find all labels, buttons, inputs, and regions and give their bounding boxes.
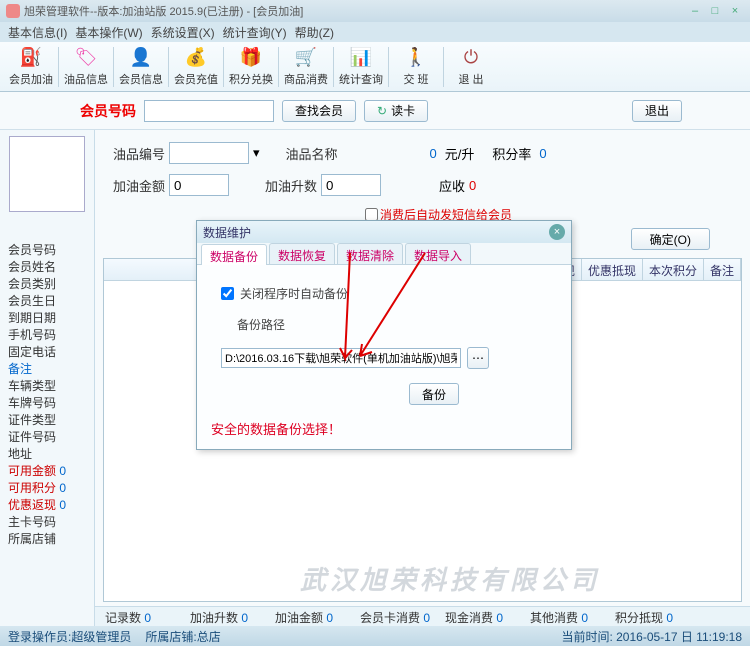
statusbar: 登录操作员:超级管理员 所属店铺:总店 当前时间: 2016-05-17 日 1…	[0, 626, 750, 646]
auto-backup-label: 关闭程序时自动备份	[240, 285, 348, 302]
tag-icon: 🏷	[75, 47, 97, 69]
due-label: 应收	[439, 176, 465, 195]
member-field: 会员类别	[8, 276, 90, 293]
tb-exit[interactable]: ⏻退 出	[446, 44, 496, 90]
member-field: 手机号码	[8, 327, 90, 344]
chart-icon: 📊	[350, 47, 372, 69]
tb-goods[interactable]: 🛒商品消费	[281, 44, 331, 90]
menu-settings[interactable]: 系统设置(X)	[149, 24, 217, 41]
member-field: 可用金额 0	[8, 463, 90, 480]
dialog-annotation: 安全的数据备份选择！	[211, 419, 547, 438]
dialog-tabs: 数据备份 数据恢复 数据清除 数据导入	[197, 243, 571, 265]
refresh-icon: ↻	[377, 104, 387, 118]
col-remark: 备注	[704, 259, 741, 280]
toolbar: ⛽会员加油 🏷油品信息 👤会员信息 💰会员充值 🎁积分兑换 🛒商品消费 📊统计查…	[0, 42, 750, 92]
unit-price-value: 0	[430, 146, 437, 161]
titlebar: 旭荣管理软件--版本:加油站版 2015.9(已注册) - [会员加油] – □…	[0, 0, 750, 22]
tab-restore[interactable]: 数据恢复	[269, 243, 335, 264]
totals-row: 记录数 0 加油升数 0 加油金额 0 会员卡消费 0 现金消费 0 其他消费 …	[95, 606, 750, 626]
tb-oilinfo[interactable]: 🏷油品信息	[61, 44, 111, 90]
member-field: 会员号码	[8, 242, 90, 259]
liters-input[interactable]	[321, 174, 381, 196]
gift-icon: 🎁	[240, 47, 262, 69]
tb-exchange[interactable]: 🎁积分兑换	[226, 44, 276, 90]
member-field: 主卡号码	[8, 514, 90, 531]
col-thispoints: 本次积分	[643, 259, 704, 280]
cart-icon: 🛒	[295, 47, 317, 69]
backup-path-input[interactable]	[221, 348, 461, 368]
exit-button[interactable]: 退出	[632, 100, 682, 122]
member-field: 会员姓名	[8, 259, 90, 276]
person-icon: 🚶	[405, 47, 427, 69]
tb-stats[interactable]: 📊统计查询	[336, 44, 386, 90]
readcard-button[interactable]: ↻读卡	[364, 100, 428, 122]
member-field: 证件类型	[8, 412, 90, 429]
member-field: 会员生日	[8, 293, 90, 310]
user-icon: 👤	[130, 47, 152, 69]
member-field: 所属店铺	[8, 531, 90, 548]
auto-backup-checkbox[interactable]	[221, 287, 234, 300]
tb-fuel[interactable]: ⛽会员加油	[6, 44, 56, 90]
pointrate-value: 0	[539, 146, 546, 161]
member-no-input[interactable]	[144, 100, 274, 122]
tb-shift[interactable]: 🚶交 班	[391, 44, 441, 90]
data-maintenance-dialog: 数据维护 × 数据备份 数据恢复 数据清除 数据导入 关闭程序时自动备份 备份路…	[196, 220, 572, 450]
coin-icon: 💰	[185, 47, 207, 69]
tb-member[interactable]: 👤会员信息	[116, 44, 166, 90]
maximize-icon[interactable]: □	[706, 4, 724, 18]
backup-button[interactable]: 备份	[409, 383, 459, 405]
dialog-titlebar[interactable]: 数据维护 ×	[197, 221, 571, 243]
oil-name-label: 油品名称	[278, 144, 338, 163]
oil-code-label: 油品编号	[105, 144, 165, 163]
col-discount: 优惠抵现	[582, 259, 643, 280]
menu-help[interactable]: 帮助(Z)	[293, 24, 336, 41]
pump-icon: ⛽	[20, 47, 42, 69]
backup-path-label: 备份路径	[237, 316, 285, 333]
menu-basic-ops[interactable]: 基本操作(W)	[73, 24, 144, 41]
member-field: 可用积分 0	[8, 480, 90, 497]
member-field: 地址	[8, 446, 90, 463]
left-panel: 会员号码会员姓名会员类别会员生日到期日期手机号码固定电话备注车辆类型车牌号码证件…	[0, 130, 95, 626]
exit-icon: ⏻	[460, 47, 482, 69]
liters-label: 加油升数	[257, 176, 317, 195]
menu-basic-info[interactable]: 基本信息(I)	[6, 24, 69, 41]
amount-input[interactable]	[169, 174, 229, 196]
dialog-title: 数据维护	[203, 224, 251, 241]
confirm-button[interactable]: 确定(O)	[631, 228, 710, 250]
member-field: 固定电话	[8, 344, 90, 361]
member-no-label: 会员号码	[80, 101, 136, 121]
member-field: 到期日期	[8, 310, 90, 327]
menubar: 基本信息(I) 基本操作(W) 系统设置(X) 统计查询(Y) 帮助(Z)	[0, 22, 750, 42]
window-title: 旭荣管理软件--版本:加油站版 2015.9(已注册) - [会员加油]	[24, 3, 303, 19]
tb-recharge[interactable]: 💰会员充值	[171, 44, 221, 90]
member-photo	[9, 136, 85, 212]
member-field: 车牌号码	[8, 395, 90, 412]
oil-code-input[interactable]	[169, 142, 249, 164]
dropdown-icon[interactable]: ▾	[253, 145, 260, 161]
browse-button[interactable]: ⋯	[467, 347, 489, 369]
search-row: 会员号码 查找会员 ↻读卡 退出	[0, 92, 750, 130]
member-field: 车辆类型	[8, 378, 90, 395]
dialog-body: 关闭程序时自动备份 备份路径 ⋯ 备份 安全的数据备份选择！	[197, 265, 571, 458]
member-fields: 会员号码会员姓名会员类别会员生日到期日期手机号码固定电话备注车辆类型车牌号码证件…	[4, 242, 90, 548]
tab-clear[interactable]: 数据清除	[337, 243, 403, 264]
app-icon	[6, 4, 20, 18]
lookup-button[interactable]: 查找会员	[282, 100, 356, 122]
member-field: 优惠返现 0	[8, 497, 90, 514]
due-value: 0	[469, 178, 476, 193]
pointrate-label: 积分率	[492, 144, 531, 163]
member-field: 备注	[8, 361, 90, 378]
amount-label: 加油金额	[105, 176, 165, 195]
close-icon[interactable]: ×	[726, 4, 744, 18]
minimize-icon[interactable]: –	[686, 4, 704, 18]
tab-import[interactable]: 数据导入	[405, 243, 471, 264]
dialog-close-icon[interactable]: ×	[549, 224, 565, 240]
member-field: 证件号码	[8, 429, 90, 446]
menu-stats[interactable]: 统计查询(Y)	[221, 24, 289, 41]
tab-backup[interactable]: 数据备份	[201, 244, 267, 265]
unit-label: 元/升	[445, 144, 475, 163]
